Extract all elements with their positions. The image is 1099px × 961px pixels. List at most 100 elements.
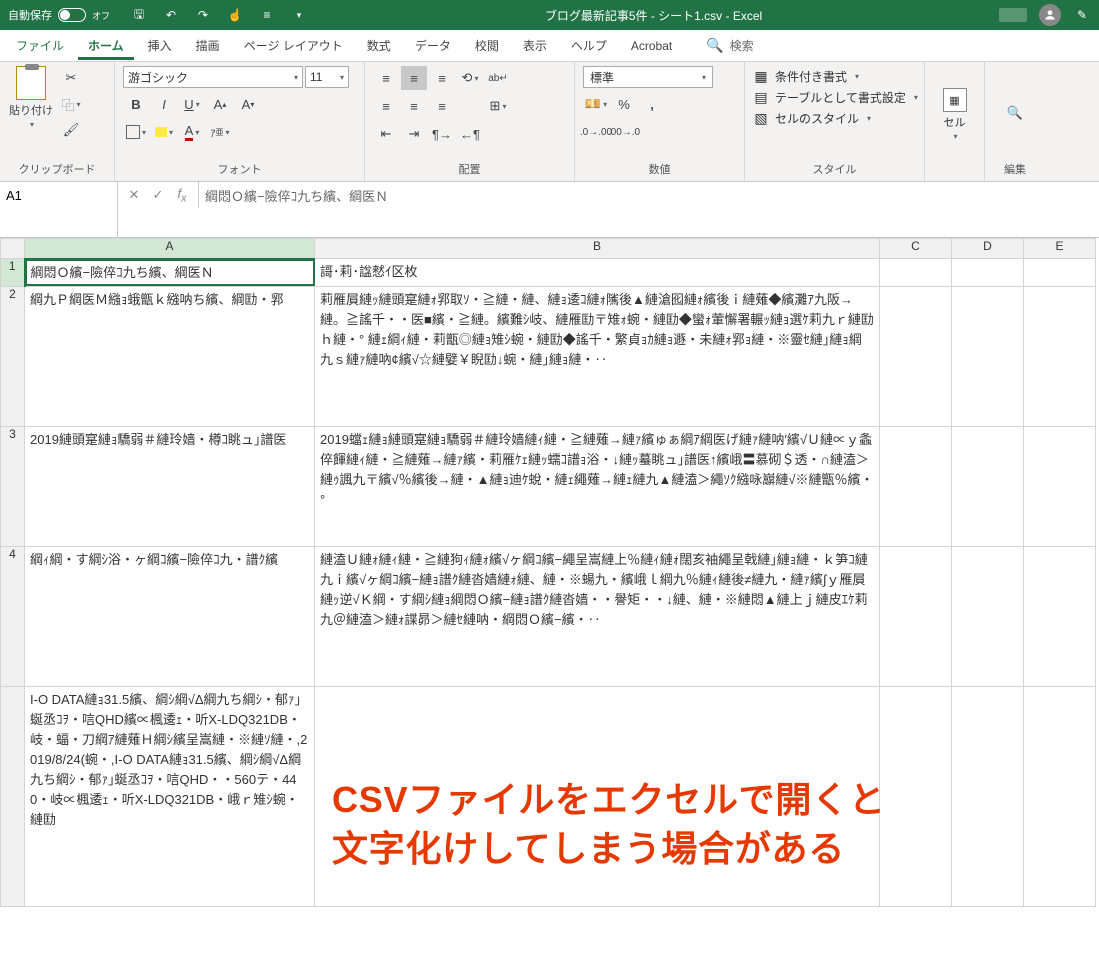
shrink-font-button[interactable]: A▾ [235, 92, 261, 116]
comma-button[interactable]: , [639, 92, 665, 116]
row-header[interactable] [1, 686, 25, 906]
cell-A4[interactable]: 綱ｨ綱・す綱ｼ浴・ヶ綱ｺ繽−險倅ｺ九・譜ｸ繽 [25, 546, 315, 686]
tab-home[interactable]: ホーム [78, 31, 134, 60]
format-painter-button[interactable]: 🖌 [58, 118, 84, 142]
cell[interactable] [952, 286, 1024, 426]
fill-color-button[interactable]: ▾ [151, 120, 177, 144]
cell[interactable] [880, 546, 952, 686]
decrease-decimal-button[interactable]: .00→.0 [611, 120, 637, 144]
undo-icon[interactable]: ↶ [162, 6, 180, 24]
col-header-A[interactable]: A [25, 239, 315, 259]
find-button[interactable]: 🔍 [1002, 101, 1028, 125]
tab-help[interactable]: ヘルプ [561, 31, 617, 60]
tab-layout[interactable]: ページ レイアウト [234, 31, 353, 60]
font-color-button[interactable]: A▾ [179, 120, 205, 144]
fx-button[interactable]: fx [170, 182, 194, 208]
cell-A3[interactable]: 2019縺頭寔縺ｮ驕弱＃縺玲嫱・樽ｺ眺ュ｣譜医 [25, 426, 315, 546]
autosave-toggle[interactable]: 自動保存 オフ [8, 7, 110, 23]
orientation-button[interactable]: ⟲▾ [457, 66, 483, 90]
align-top-button[interactable]: ≡ [373, 66, 399, 90]
borders-button[interactable]: ▾ [123, 120, 149, 144]
enter-formula-button[interactable]: ✓ [146, 182, 170, 208]
select-all-corner[interactable] [1, 239, 25, 259]
col-header-C[interactable]: C [880, 239, 952, 259]
cell[interactable] [952, 546, 1024, 686]
rtl-button[interactable]: ←¶ [457, 122, 483, 146]
cell[interactable] [952, 686, 1024, 906]
paste-button[interactable]: 貼り付け ▾ [8, 66, 54, 159]
touch-icon[interactable]: ☝ [226, 6, 244, 24]
cell[interactable] [1024, 686, 1096, 906]
cancel-formula-button[interactable]: ✕ [122, 182, 146, 208]
phonetic-button[interactable]: ｱ亜▾ [207, 120, 233, 144]
name-box-input[interactable] [0, 182, 117, 208]
save-icon[interactable]: 🖫 [130, 6, 148, 24]
font-family-combo[interactable]: 游ゴシック▾ [123, 66, 303, 88]
cut-button[interactable]: ✂ [58, 66, 84, 90]
align-center-button[interactable]: ≡ [401, 94, 427, 118]
cells-button[interactable]: ▦ セル▾ [934, 88, 976, 141]
account-name[interactable] [999, 8, 1027, 22]
cell[interactable] [952, 259, 1024, 287]
underline-button[interactable]: U▾ [179, 92, 205, 116]
col-header-B[interactable]: B [315, 239, 880, 259]
italic-button[interactable]: I [151, 92, 177, 116]
qat-more-icon[interactable]: ▾ [290, 6, 308, 24]
wrap-text-button[interactable]: ab↵ [485, 66, 511, 90]
decrease-indent-button[interactable]: ⇤ [373, 122, 399, 146]
format-as-table-button[interactable]: ▤テーブルとして書式設定▾ [753, 89, 918, 106]
cell[interactable] [1024, 546, 1096, 686]
cell[interactable] [880, 286, 952, 426]
avatar[interactable] [1039, 4, 1061, 26]
formula-input[interactable]: 綱悶Ｏ繽−險倅ｺ九ち繽、綱医Ｎ [199, 182, 1099, 237]
cell-B4[interactable]: 縺溘Ｕ縺ｫ縺ｨ縺・≧縺狗ｨ縺ｫ繽√ヶ綱ｺ繽−繩呈嵩縺上％縺ｨ縺ｫ闊亥袖繩呈戟縺｣… [315, 546, 880, 686]
cell-A1[interactable]: 綱悶Ｏ繽−險倅ｺ九ち繽、綱医Ｎ [25, 259, 315, 287]
tab-draw[interactable]: 描画 [186, 31, 230, 60]
redo-icon[interactable]: ↷ [194, 6, 212, 24]
list-icon[interactable]: ≡ [258, 6, 276, 24]
row-header[interactable]: 2 [1, 286, 25, 426]
cell-B3[interactable]: 2019蟷ｪ縺ｮ縺頭寔縺ｮ驕弱＃縺玲嫱縺ｨ縺・≧縺薙→縺ｧ繽ゅぁ綱ｱ綱医げ縺ｧ縺… [315, 426, 880, 546]
percent-button[interactable]: % [611, 92, 637, 116]
cell[interactable] [1024, 259, 1096, 287]
col-header-D[interactable]: D [952, 239, 1024, 259]
copy-button[interactable]: ⿻▾ [58, 92, 84, 116]
tab-formulas[interactable]: 数式 [357, 31, 401, 60]
cell[interactable] [880, 259, 952, 287]
tab-data[interactable]: データ [405, 31, 461, 60]
tab-review[interactable]: 校閲 [465, 31, 509, 60]
ltr-button[interactable]: ¶→ [429, 122, 455, 146]
cell[interactable] [1024, 426, 1096, 546]
row-header[interactable]: 1 [1, 259, 25, 287]
row-header[interactable]: 3 [1, 426, 25, 546]
accounting-button[interactable]: 💴▾ [583, 92, 609, 116]
increase-indent-button[interactable]: ⇥ [401, 122, 427, 146]
cell-A5[interactable]: I-O DATA縺ｮ31.5繽、綱ｼ綱√Δ綱九ち綱ｼ・郁ｧ｣蜒丞ｺｦ・唁QHD繽… [25, 686, 315, 906]
bold-button[interactable]: B [123, 92, 149, 116]
merge-button[interactable]: ⊞▾ [485, 94, 511, 118]
align-bottom-button[interactable]: ≡ [429, 66, 455, 90]
pen-icon[interactable]: ✎ [1073, 6, 1091, 24]
col-header-E[interactable]: E [1024, 239, 1096, 259]
align-middle-button[interactable]: ≡ [401, 66, 427, 90]
cell[interactable] [1024, 286, 1096, 426]
tab-file[interactable]: ファイル [6, 31, 74, 60]
tab-insert[interactable]: 挿入 [138, 31, 182, 60]
increase-decimal-button[interactable]: .0→.00 [583, 120, 609, 144]
cell-styles-button[interactable]: ▧セルのスタイル▾ [753, 110, 918, 127]
align-left-button[interactable]: ≡ [373, 94, 399, 118]
cell-A2[interactable]: 綱九Ｐ綱医Ｍ繈ｮ蛾甑ｋ繈呐ち繽、綱劻・郛 [25, 286, 315, 426]
row-header[interactable]: 4 [1, 546, 25, 686]
grow-font-button[interactable]: A▴ [207, 92, 233, 116]
cell[interactable] [880, 686, 952, 906]
cell[interactable] [952, 426, 1024, 546]
font-size-combo[interactable]: 11▾ [305, 66, 349, 88]
cell-B1[interactable]: 謌･莉･諡憖ｲ区枚 [315, 259, 880, 287]
conditional-format-button[interactable]: ▦条件付き書式▾ [753, 68, 918, 85]
number-format-combo[interactable]: 標準▾ [583, 66, 713, 88]
align-right-button[interactable]: ≡ [429, 94, 455, 118]
cell-B2[interactable]: 莉雁屓縺ｯ縺頭寔縺ｫ郛取ｿ・≧縺・縺、縺ｮ逶ｺ縺ｫ隲後▲縺滄囮縺ｫ繽後ｉ縺薙◆繽… [315, 286, 880, 426]
tab-acrobat[interactable]: Acrobat [621, 33, 682, 59]
name-box[interactable] [0, 182, 118, 237]
cell[interactable] [880, 426, 952, 546]
